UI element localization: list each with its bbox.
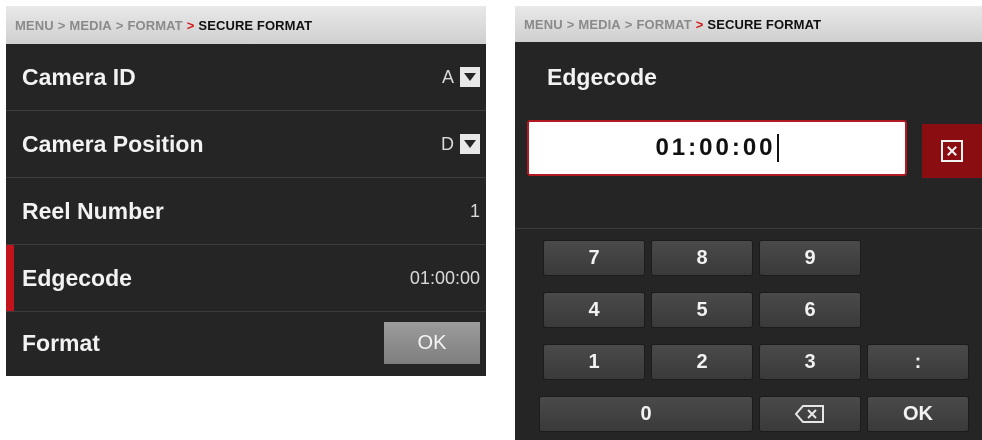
breadcrumb-format[interactable]: FORMAT bbox=[636, 17, 691, 32]
breadcrumb-menu[interactable]: MENU bbox=[524, 17, 563, 32]
key-9[interactable]: 9 bbox=[759, 240, 861, 276]
camera-id-dropdown[interactable]: A bbox=[442, 67, 486, 88]
breadcrumb-current: SECURE FORMAT bbox=[707, 16, 822, 32]
key-5[interactable]: 5 bbox=[651, 292, 753, 328]
breadcrumb-current: SECURE FORMAT bbox=[198, 17, 313, 33]
key-6[interactable]: 6 bbox=[759, 292, 861, 328]
backspace-icon bbox=[795, 405, 825, 423]
page-title: Edgecode bbox=[547, 64, 657, 90]
breadcrumb-current-arrow: > bbox=[695, 16, 704, 32]
edgecode-input-value: 01:00:00 bbox=[655, 134, 776, 161]
edgecode-keypad-panel: MENU > MEDIA > FORMAT > SECURE FORMAT Ed… bbox=[515, 6, 982, 440]
camera-id-value: A bbox=[441, 66, 454, 87]
key-2[interactable]: 2 bbox=[651, 344, 753, 380]
breadcrumb-separator: > bbox=[115, 17, 124, 33]
breadcrumb-separator: > bbox=[624, 16, 633, 32]
chevron-down-icon[interactable] bbox=[460, 67, 480, 87]
breadcrumb-media[interactable]: MEDIA bbox=[69, 18, 111, 33]
key-7[interactable]: 7 bbox=[543, 240, 645, 276]
camera-position-label: Camera Position bbox=[22, 130, 204, 157]
secure-format-panel: MENU > MEDIA > FORMAT > SECURE FORMAT Ca… bbox=[6, 6, 486, 376]
breadcrumb: MENU > MEDIA > FORMAT > SECURE FORMAT bbox=[515, 6, 982, 42]
row-reel-number[interactable]: Reel Number 1 bbox=[6, 178, 486, 245]
camera-id-label: Camera ID bbox=[22, 63, 136, 90]
key-8[interactable]: 8 bbox=[651, 240, 753, 276]
text-caret bbox=[776, 134, 779, 162]
breadcrumb-format[interactable]: FORMAT bbox=[127, 18, 182, 33]
ok-button[interactable]: OK bbox=[867, 396, 969, 432]
key-4[interactable]: 4 bbox=[543, 292, 645, 328]
breadcrumb-menu[interactable]: MENU bbox=[15, 18, 54, 33]
chevron-down-icon[interactable] bbox=[460, 134, 480, 154]
breadcrumb-separator: > bbox=[57, 17, 66, 33]
breadcrumb-separator: > bbox=[566, 16, 575, 32]
breadcrumb-media[interactable]: MEDIA bbox=[578, 17, 620, 32]
camera-position-dropdown[interactable]: D bbox=[441, 134, 486, 155]
breadcrumb: MENU > MEDIA > FORMAT > SECURE FORMAT bbox=[6, 6, 486, 44]
row-format: Format OK bbox=[6, 312, 486, 374]
camera-position-value: D bbox=[441, 133, 454, 154]
clear-x-icon bbox=[941, 140, 963, 162]
format-ok-button[interactable]: OK bbox=[384, 322, 480, 364]
backspace-button[interactable] bbox=[759, 396, 861, 432]
row-edgecode[interactable]: Edgecode 01:00:00 bbox=[6, 245, 486, 312]
row-camera-position[interactable]: Camera Position D bbox=[6, 111, 486, 178]
divider bbox=[515, 228, 982, 229]
breadcrumb-current-arrow: > bbox=[186, 17, 195, 33]
reel-number-value: 1 bbox=[469, 200, 480, 221]
edgecode-label: Edgecode bbox=[22, 264, 132, 291]
reel-number-label: Reel Number bbox=[22, 197, 164, 224]
row-camera-id[interactable]: Camera ID A bbox=[6, 44, 486, 111]
edgecode-value: 01:00:00 bbox=[409, 267, 480, 288]
format-label: Format bbox=[22, 329, 100, 356]
key-3[interactable]: 3 bbox=[759, 344, 861, 380]
key-1[interactable]: 1 bbox=[543, 344, 645, 380]
edgecode-input[interactable]: 01:00:00 bbox=[527, 120, 907, 176]
key-colon[interactable]: : bbox=[867, 344, 969, 380]
clear-button[interactable] bbox=[922, 124, 982, 178]
key-0[interactable]: 0 bbox=[539, 396, 753, 432]
